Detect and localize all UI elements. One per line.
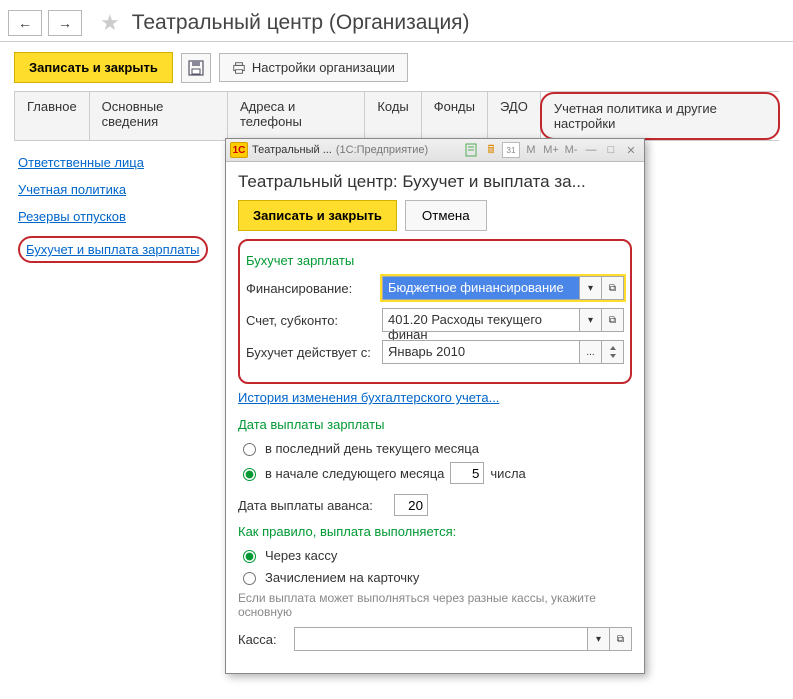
modal-window: 1C Театральный ... (1С:Предприятие) 🖩 31… <box>225 138 645 674</box>
save-button[interactable] <box>181 53 211 83</box>
section-title-accounting: Бухучет зарплаты <box>246 253 624 268</box>
tab-basic[interactable]: Основные сведения <box>89 92 228 140</box>
modal-window-title-2: (1С:Предприятие) <box>336 144 428 156</box>
kassa-dropdown-button[interactable]: ▾ <box>588 627 610 651</box>
radio-via-card-label: Зачислением на карточку <box>265 570 419 585</box>
minimize-icon[interactable]: — <box>582 142 600 158</box>
financing-input[interactable]: Бюджетное финансирование <box>382 276 580 300</box>
arrow-left-icon: ← <box>18 15 32 31</box>
favorite-star-icon[interactable]: ★ <box>100 10 120 36</box>
history-link[interactable]: История изменения бухгалтерского учета..… <box>238 390 499 405</box>
sidebar-link-vacation-reserves[interactable]: Резервы отпусков <box>18 209 208 224</box>
calculator-icon[interactable]: 🖩 <box>482 142 500 158</box>
radio-next-month-input[interactable] <box>243 468 256 481</box>
label-active-since: Бухучет действует с: <box>246 345 376 360</box>
radio-via-cash[interactable]: Через кассу <box>238 547 632 563</box>
m-plus-icon[interactable]: M+ <box>542 142 560 158</box>
label-kassa: Касса: <box>238 632 288 647</box>
radio-next-month[interactable]: в начале следующего месяца числа <box>238 462 632 484</box>
print-icon <box>232 61 246 75</box>
radio-last-day-input[interactable] <box>243 443 256 456</box>
modal-window-title-1: Театральный ... <box>252 144 332 156</box>
forward-button[interactable]: → <box>48 10 82 36</box>
radio-via-cash-label: Через кассу <box>265 548 337 563</box>
modal-save-close-button[interactable]: Записать и закрыть <box>238 200 397 231</box>
kassa-open-button[interactable]: ⧉ <box>610 627 632 651</box>
section-title-payday: Дата выплаты зарплаты <box>238 417 632 432</box>
titlebar-doc-icon[interactable] <box>462 142 480 158</box>
maximize-icon[interactable]: □ <box>602 142 620 158</box>
m-minus-icon[interactable]: M- <box>562 142 580 158</box>
account-input[interactable]: 401.20 Расходы текущего финан <box>382 308 580 332</box>
save-icon <box>188 60 204 76</box>
accounting-section-highlight: Бухучет зарплаты Финансирование: Бюджетн… <box>238 239 632 384</box>
close-icon[interactable]: ✕ <box>622 142 640 158</box>
tab-main[interactable]: Главное <box>14 92 90 140</box>
financing-dropdown-button[interactable]: ▾ <box>580 276 602 300</box>
label-financing: Финансирование: <box>246 281 376 296</box>
sidebar: Ответственные лица Учетная политика Резе… <box>18 155 208 263</box>
tab-codes[interactable]: Коды <box>364 92 421 140</box>
sidebar-link-responsible[interactable]: Ответственные лица <box>18 155 208 170</box>
sidebar-link-policy[interactable]: Учетная политика <box>18 182 208 197</box>
advance-date-input[interactable] <box>394 494 428 516</box>
radio-last-day-label: в последний день текущего месяца <box>265 441 479 456</box>
section-title-payment-method: Как правило, выплата выполняется: <box>238 524 632 539</box>
tab-funds[interactable]: Фонды <box>421 92 488 140</box>
active-since-more-button[interactable]: ... <box>580 340 602 364</box>
page-title: Театральный центр (Организация) <box>132 11 470 35</box>
back-button[interactable]: ← <box>8 10 42 36</box>
tab-addresses[interactable]: Адреса и телефоны <box>227 92 365 140</box>
label-advance-date: Дата выплаты аванса: <box>238 498 388 513</box>
calendar-icon[interactable]: 31 <box>502 142 520 158</box>
financing-open-button[interactable]: ⧉ <box>602 276 624 300</box>
app-1c-icon: 1C <box>230 142 248 158</box>
radio-via-card[interactable]: Зачислением на карточку <box>238 569 632 585</box>
account-open-button[interactable]: ⧉ <box>602 308 624 332</box>
label-account: Счет, субконто: <box>246 313 376 328</box>
tabs-bar: Главное Основные сведения Адреса и телеф… <box>14 91 779 141</box>
active-since-step-button[interactable] <box>602 340 624 364</box>
org-settings-button[interactable]: Настройки организации <box>219 53 408 82</box>
account-dropdown-button[interactable]: ▾ <box>580 308 602 332</box>
sidebar-link-accounting-payroll[interactable]: Бухучет и выплата зарплаты <box>26 242 200 257</box>
save-and-close-button[interactable]: Записать и закрыть <box>14 52 173 83</box>
tab-edo[interactable]: ЭДО <box>487 92 541 140</box>
modal-titlebar[interactable]: 1C Театральный ... (1С:Предприятие) 🖩 31… <box>226 139 644 162</box>
next-month-day-input[interactable] <box>450 462 484 484</box>
org-settings-label: Настройки организации <box>252 60 395 75</box>
multi-cash-note: Если выплата может выполняться через раз… <box>238 591 632 619</box>
radio-next-month-label: в начале следующего месяца <box>265 466 444 481</box>
kassa-input[interactable] <box>294 627 588 651</box>
modal-title: Театральный центр: Бухучет и выплата за.… <box>226 162 644 200</box>
active-since-input[interactable]: Январь 2010 <box>382 340 580 364</box>
radio-next-month-suffix: числа <box>490 466 525 481</box>
radio-via-cash-input[interactable] <box>243 550 256 563</box>
radio-via-card-input[interactable] <box>243 572 256 585</box>
tab-accounting-policy[interactable]: Учетная политика и другие настройки <box>540 92 780 140</box>
modal-cancel-button[interactable]: Отмена <box>405 200 487 231</box>
radio-last-day[interactable]: в последний день текущего месяца <box>238 440 632 456</box>
arrow-right-icon: → <box>58 15 72 31</box>
m-icon[interactable]: M <box>522 142 540 158</box>
